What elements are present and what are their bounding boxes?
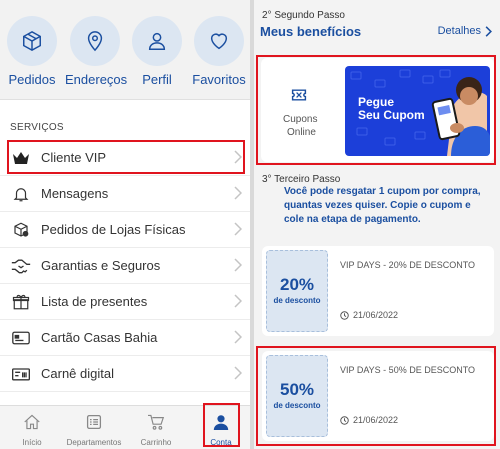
chevron-right-icon [234,222,243,241]
nav-departamentos[interactable]: Departamentos [59,414,129,447]
coupon-instructions: Você pode resgatar 1 cupom por compra, q… [284,186,481,225]
user-icon [132,16,182,66]
clock-icon [340,310,349,320]
shortcut-label: Favoritos [192,72,246,87]
shortcut-bar: Pedidos Endereços Perfil Favoritos [0,0,250,100]
nav-carrinho[interactable]: Carrinho [121,414,191,447]
services-title: SERVIÇOS [10,122,64,133]
highlight-box [7,140,245,174]
menu-item-mensagens[interactable]: Mensagens [0,176,250,212]
coupon-title: VIP DAYS - 20% DE DESCONTO [340,260,476,270]
coupon-discount-stub: 20% de desconto [266,250,328,332]
card-icon [11,328,31,348]
coupon-card[interactable]: 20% de desconto VIP DAYS - 20% DE DESCON… [262,246,494,336]
menu-item-cartao-casas-bahia[interactable]: Cartão Casas Bahia [0,320,250,356]
bill-icon [11,364,31,384]
location-pin-icon [70,16,120,66]
chevron-right-icon [234,294,243,313]
menu-item-carne-digital[interactable]: Carnê digital [0,356,250,392]
highlight-box [256,55,496,165]
chevron-right-icon [234,330,243,349]
menu-item-pedidos-lojas-fisicas[interactable]: Pedidos de Lojas Físicas [0,212,250,248]
shortcut-label: Perfil [142,72,172,87]
details-link[interactable]: Detalhes [438,25,492,37]
menu-item-label: Cartão Casas Bahia [41,330,158,345]
nav-label: Início [22,438,42,447]
menu-item-lista-presentes[interactable]: Lista de presentes [0,284,250,320]
menu-item-garantias-seguros[interactable]: Garantias e Seguros [0,248,250,284]
menu-item-label: Mensagens [41,186,109,201]
benefits-panel: 2° Segundo Passo Meus benefícios Detalhe… [254,0,500,449]
gift-icon [11,292,31,312]
screen: Pedidos Endereços Perfil Favoritos SERVI… [0,0,500,449]
menu-item-label: Carnê digital [41,366,114,381]
shortcut-label: Endereços [65,72,128,87]
coupon-percent: 20% [279,275,315,294]
shortcut-enderecos[interactable]: Endereços [65,16,128,87]
highlight-box [256,346,496,446]
coupon-discount-label: de desconto [273,296,321,305]
step-label: 2° Segundo Passo [262,10,345,21]
nav-label: Departamentos [66,438,122,447]
store-box-icon [11,220,31,240]
box-icon [7,16,57,66]
chevron-right-icon [234,366,243,385]
shortcut-pedidos[interactable]: Pedidos [2,16,62,87]
nav-inicio[interactable]: Início [0,414,67,447]
details-link-label: Detalhes [437,25,481,37]
menu-item-label: Garantias e Seguros [41,258,161,273]
cart-icon [148,414,165,430]
list-icon [86,414,102,430]
chevron-right-icon [234,186,243,205]
home-icon [24,414,40,430]
shortcut-perfil[interactable]: Perfil [127,16,187,87]
shortcut-favoritos[interactable]: Favoritos [189,16,249,87]
menu-item-label: Lista de presentes [41,294,148,309]
bell-icon [11,184,31,204]
coupon-date-value: 21/06/2022 [353,310,399,320]
shortcut-label: Pedidos [8,72,56,87]
heart-icon [194,16,244,66]
chevron-right-icon [485,25,492,37]
handshake-icon [11,256,31,276]
account-panel: Pedidos Endereços Perfil Favoritos SERVI… [0,0,250,449]
coupon-date: 21/06/2022 [340,310,398,320]
chevron-right-icon [234,258,243,277]
step-label: 3° Terceiro Passo [262,174,341,185]
highlight-box [203,403,240,447]
menu-item-label: Pedidos de Lojas Físicas [41,222,186,237]
benefits-title: Meus benefícios [260,24,362,39]
nav-label: Carrinho [140,438,172,447]
